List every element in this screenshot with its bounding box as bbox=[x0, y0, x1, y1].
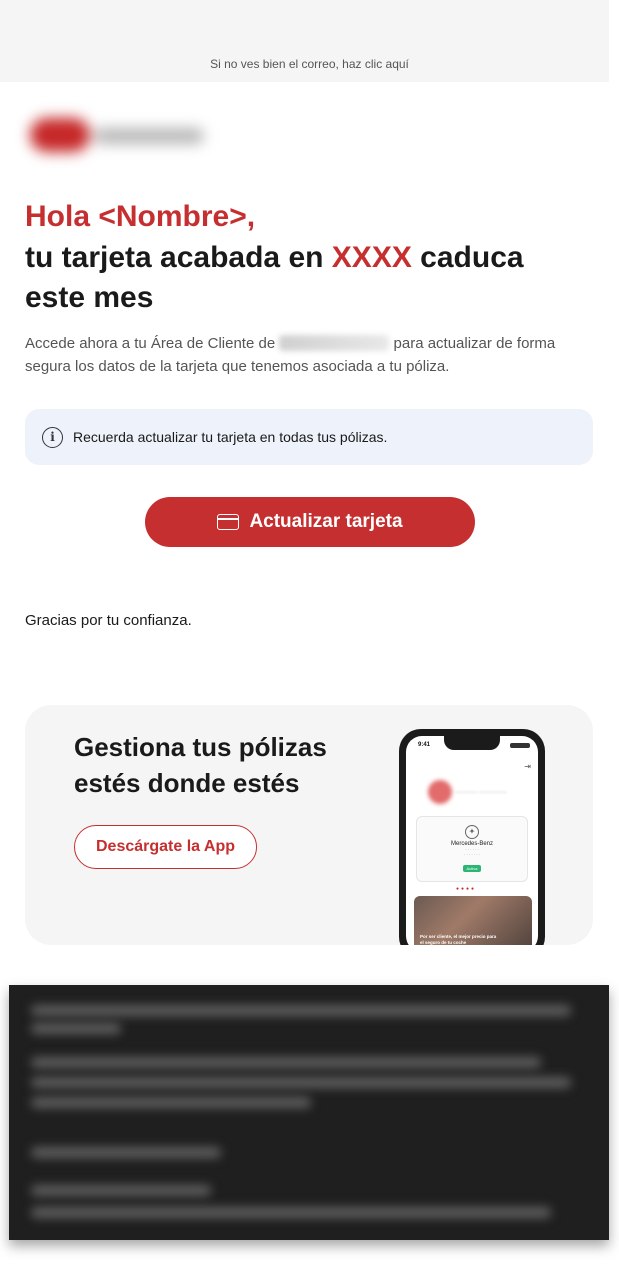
intro-paragraph: Accede ahora a tu Área de Cliente de par… bbox=[25, 332, 590, 378]
view-in-browser-link[interactable]: Si no ves bien el correo, haz clic aquí bbox=[0, 57, 619, 71]
info-notice: i Recuerda actualizar tu tarjeta en toda… bbox=[25, 409, 593, 465]
phone-time: 9:41 bbox=[418, 742, 431, 748]
redacted-brand-name bbox=[279, 335, 390, 351]
redacted-line bbox=[31, 1005, 571, 1016]
phone-notch bbox=[444, 736, 500, 750]
headline-text-1: tu tarjeta acabada en bbox=[25, 241, 332, 274]
user-name-blurred: ——— ———— bbox=[456, 789, 507, 796]
avatar bbox=[428, 780, 452, 804]
greeting-heading: Hola <Nombre>, bbox=[25, 200, 256, 233]
policy-card: ✦ Mercedes-Benz · · · · · · · · · · · · … bbox=[416, 816, 528, 882]
main-headline: tu tarjeta acabada en XXXX caduca este m… bbox=[25, 238, 585, 318]
redacted-line bbox=[31, 1077, 571, 1088]
app-promo-title: Gestiona tus pólizas estés donde estés bbox=[74, 732, 327, 798]
promo-banner-text: Por ser cliente, el mejor precio para el… bbox=[420, 934, 497, 945]
phone-mockup: 9:41 ⇥ ——— ———— ✦ Mercedes-Benz · · · · … bbox=[399, 729, 545, 945]
promo-banner: Por ser cliente, el mejor precio para el… bbox=[414, 896, 532, 945]
redacted-line bbox=[31, 1057, 541, 1068]
battery-icon bbox=[510, 743, 530, 748]
update-card-button[interactable]: Actualizar tarjeta bbox=[145, 497, 475, 547]
legal-footer-redacted bbox=[9, 985, 609, 1240]
phone-screen: 9:41 ⇥ ——— ———— ✦ Mercedes-Benz · · · · … bbox=[406, 736, 538, 945]
policy-line: · · · · · · · bbox=[464, 852, 480, 857]
redacted-line bbox=[31, 1185, 211, 1196]
car-brand-logo-icon: ✦ bbox=[465, 825, 479, 839]
notice-text: Recuerda actualizar tu tarjeta en todas … bbox=[73, 429, 388, 445]
redacted-line bbox=[31, 1097, 311, 1108]
redacted-line bbox=[31, 1207, 551, 1218]
carousel-dots: ●●●● bbox=[456, 886, 477, 892]
card-digits: XXXX bbox=[331, 241, 412, 274]
brand-logo bbox=[24, 112, 214, 162]
status-badge: Activa bbox=[462, 865, 482, 872]
info-icon: i bbox=[42, 426, 63, 448]
download-app-button[interactable]: Descárgate la App bbox=[74, 825, 257, 869]
credit-card-icon bbox=[217, 514, 240, 530]
redacted-line bbox=[31, 1023, 121, 1034]
thanks-text: Gracias por tu confianza. bbox=[25, 612, 192, 629]
logo-wordmark bbox=[94, 128, 204, 144]
logo-mark-icon bbox=[30, 118, 90, 152]
app-promo-card: Gestiona tus pólizas estés donde estés D… bbox=[25, 705, 593, 945]
update-card-label: Actualizar tarjeta bbox=[249, 511, 403, 532]
intro-text-1: Accede ahora a tu Área de Cliente de bbox=[25, 335, 280, 352]
logout-icon: ⇥ bbox=[524, 762, 531, 771]
redacted-line bbox=[31, 1147, 221, 1158]
